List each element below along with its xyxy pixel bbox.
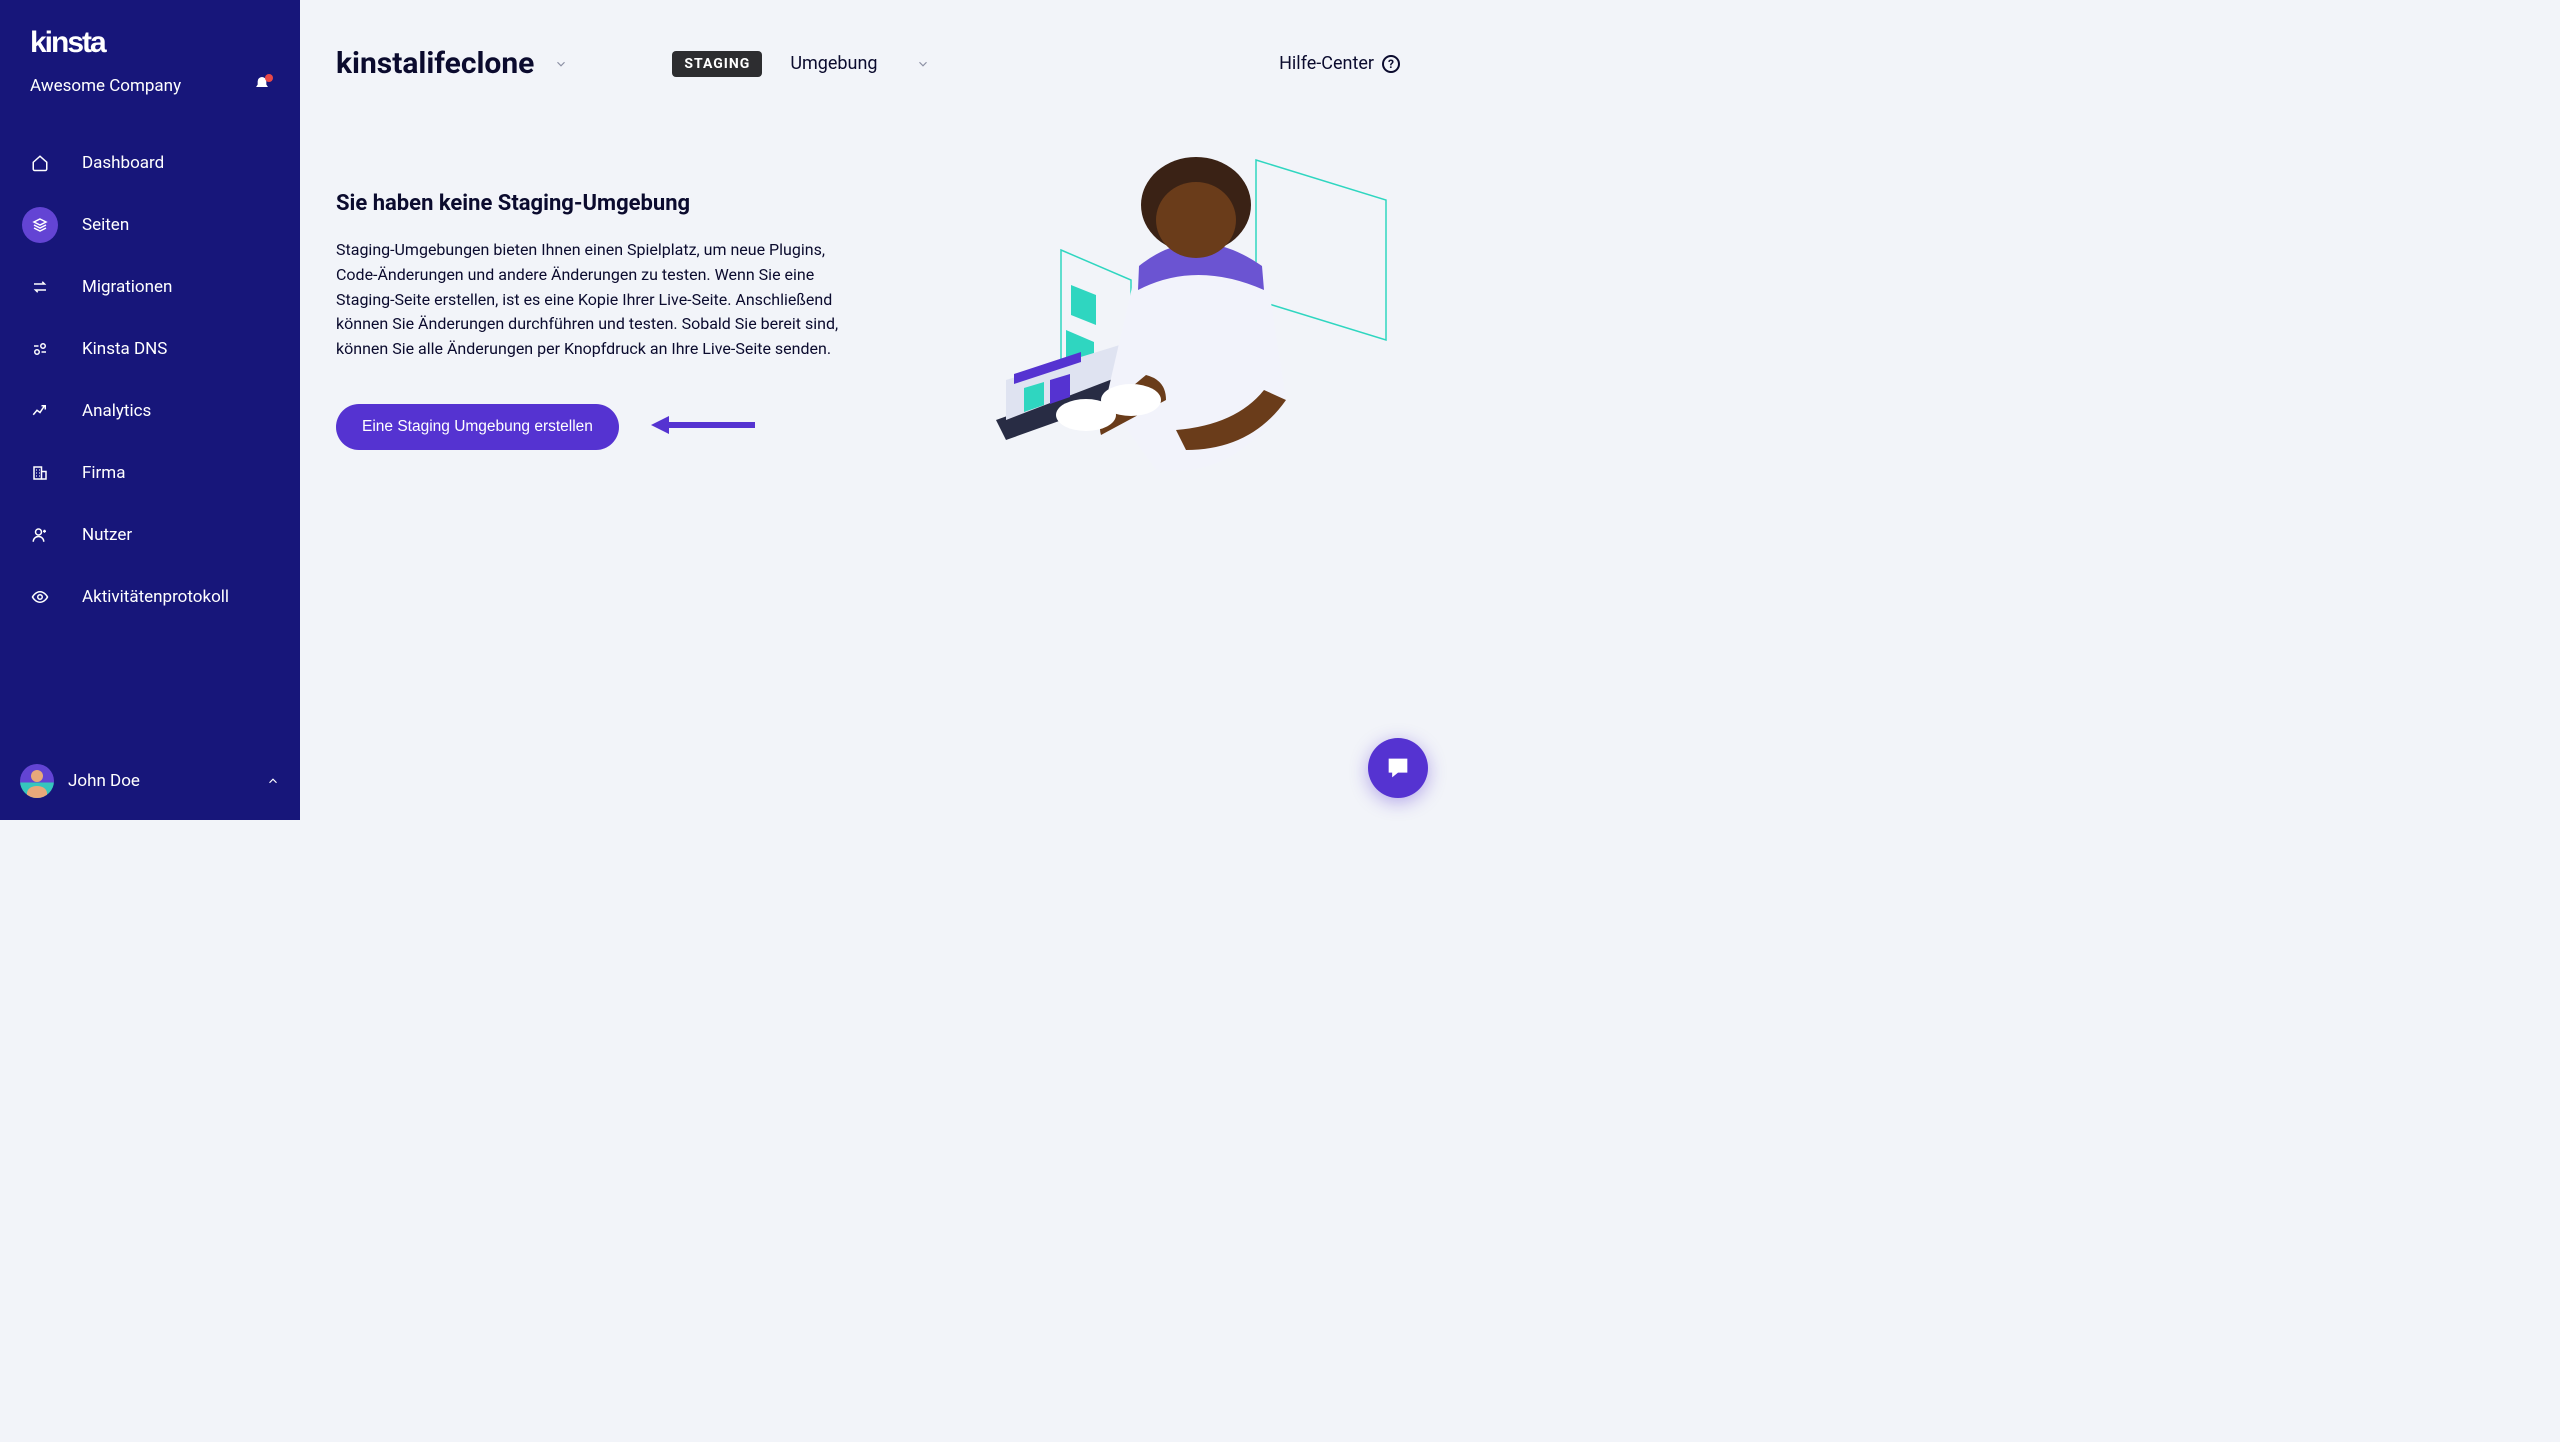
arrow-left-icon xyxy=(651,414,755,436)
chevron-up-icon xyxy=(266,774,280,788)
sidebar-item-label: Analytics xyxy=(82,401,151,421)
sidebar-item-firma[interactable]: Firma xyxy=(0,442,300,504)
brand-logo: kinsta xyxy=(0,26,300,60)
sidebar-item-aktivitaetenprotokoll[interactable]: Aktivitätenprotokoll xyxy=(0,566,300,628)
page-heading: Sie haben keine Staging-Umgebung xyxy=(336,191,856,216)
page-description: Staging-Umgebungen bieten Ihnen einen Sp… xyxy=(336,238,856,362)
analytics-icon xyxy=(31,402,49,420)
stack-icon xyxy=(31,216,49,234)
main: kinstalifeclone STAGING Umgebung Hilfe-C… xyxy=(300,0,1456,820)
sidebar: kinsta Awesome Company Dashboard Seiten … xyxy=(0,0,300,820)
sidebar-item-label: Migrationen xyxy=(82,277,172,297)
site-title[interactable]: kinstalifeclone xyxy=(336,46,534,81)
notification-dot xyxy=(265,74,273,82)
help-center-label: Hilfe-Center xyxy=(1279,53,1374,74)
eye-icon xyxy=(31,588,49,606)
environment-label: Umgebung xyxy=(790,53,877,74)
user-menu[interactable]: John Doe xyxy=(0,764,300,798)
sidebar-item-dashboard[interactable]: Dashboard xyxy=(0,132,300,194)
swap-icon xyxy=(31,278,49,296)
help-center-button[interactable]: Hilfe-Center ? xyxy=(1279,53,1400,74)
avatar xyxy=(20,764,54,798)
home-icon xyxy=(31,154,49,172)
chat-icon xyxy=(1384,754,1412,782)
sidebar-item-label: Kinsta DNS xyxy=(82,339,167,359)
company-name[interactable]: Awesome Company xyxy=(30,76,181,96)
user-name: John Doe xyxy=(68,771,252,791)
sidebar-item-label: Dashboard xyxy=(82,153,164,173)
sidebar-item-seiten[interactable]: Seiten xyxy=(0,194,300,256)
create-staging-button[interactable]: Eine Staging Umgebung erstellen xyxy=(336,404,619,450)
sidebar-item-label: Nutzer xyxy=(82,525,132,545)
sidebar-item-label: Aktivitätenprotokoll xyxy=(82,587,229,607)
sidebar-item-analytics[interactable]: Analytics xyxy=(0,380,300,442)
sidebar-item-kinsta-dns[interactable]: Kinsta DNS xyxy=(0,318,300,380)
sidebar-item-nutzer[interactable]: Nutzer xyxy=(0,504,300,566)
annotation-arrow xyxy=(651,414,755,440)
sidebar-nav: Dashboard Seiten Migrationen Kinsta DNS … xyxy=(0,132,300,628)
user-add-icon xyxy=(31,526,49,544)
chevron-down-icon[interactable] xyxy=(554,57,568,71)
chat-fab[interactable] xyxy=(1368,738,1428,798)
environment-dropdown[interactable] xyxy=(916,57,930,71)
sidebar-item-migrationen[interactable]: Migrationen xyxy=(0,256,300,318)
dns-icon xyxy=(31,340,49,358)
topbar: kinstalifeclone STAGING Umgebung Hilfe-C… xyxy=(336,46,1400,81)
environment-badge: STAGING xyxy=(672,51,762,77)
sidebar-item-label: Firma xyxy=(82,463,125,483)
sidebar-item-label: Seiten xyxy=(82,215,129,235)
help-icon: ? xyxy=(1382,55,1400,73)
building-icon xyxy=(31,464,49,482)
illustration xyxy=(986,150,1426,550)
notifications-button[interactable] xyxy=(254,76,270,96)
company-row: Awesome Company xyxy=(0,76,300,96)
